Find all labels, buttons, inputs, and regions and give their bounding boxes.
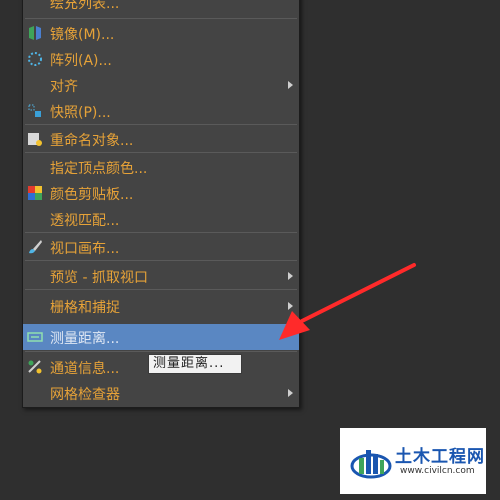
watermark-title: 土木工程网 (395, 447, 485, 467)
watermark-url: www.civilcn.com (400, 466, 475, 476)
watermark: 土木工程网 www.civilcn.com (340, 428, 486, 494)
watermark-logo-icon (350, 450, 392, 479)
annotation-arrow-icon (279, 263, 416, 340)
